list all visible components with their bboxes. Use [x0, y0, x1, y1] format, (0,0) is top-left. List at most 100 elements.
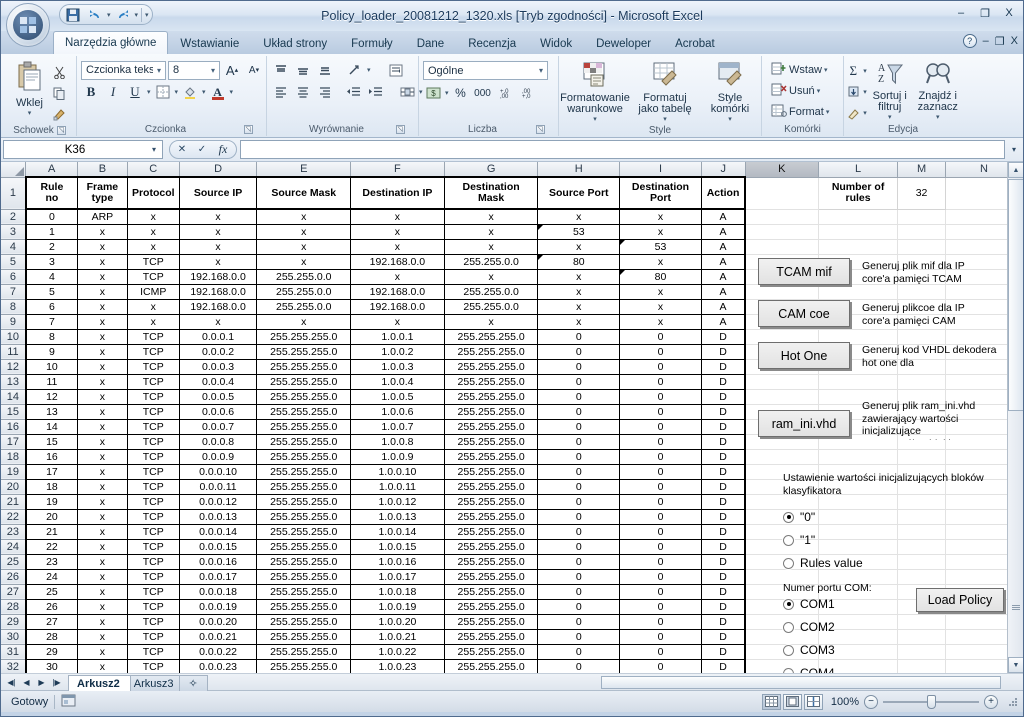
row-header-19[interactable]: 19	[1, 464, 27, 480]
table-cell[interactable]: 0	[537, 374, 621, 390]
table-cell[interactable]: 20	[24, 509, 78, 525]
row-header-12[interactable]: 12	[1, 359, 27, 375]
empty-cell[interactable]	[897, 629, 946, 645]
table-cell[interactable]: 80	[537, 254, 621, 270]
table-cell[interactable]: 0	[619, 389, 702, 405]
clear-icon[interactable]	[843, 103, 863, 123]
table-cell[interactable]: 255.255.255.0	[443, 419, 539, 435]
table-cell[interactable]: 0	[619, 569, 702, 585]
table-cell[interactable]: 255.255.0.0	[256, 299, 352, 315]
redo-caret-icon[interactable]: ▾	[135, 11, 139, 19]
tab-acrobat[interactable]: Acrobat	[663, 33, 727, 54]
table-cell[interactable]: TCP	[126, 389, 180, 405]
table-cell[interactable]: 0.0.0.6	[178, 404, 258, 420]
table-cell[interactable]: 9	[24, 344, 78, 360]
table-cell[interactable]: 192.168.0.0	[178, 299, 258, 315]
table-cell[interactable]: 1.0.0.3	[350, 359, 445, 375]
row-header-6[interactable]: 6	[1, 269, 27, 285]
empty-cell[interactable]	[897, 479, 946, 495]
table-cell[interactable]: 255.255.255.0	[256, 614, 352, 630]
table-cell[interactable]: 255.255.255.0	[256, 539, 352, 555]
table-cell[interactable]: 255.255.255.0	[443, 509, 539, 525]
table-cell[interactable]: 255.255.255.0	[443, 389, 539, 405]
table-cell[interactable]: 1.0.0.16	[350, 554, 445, 570]
row-header-21[interactable]: 21	[1, 494, 27, 510]
table-cell[interactable]: 0.0.0.16	[178, 554, 258, 570]
table-cell[interactable]: 192.168.0.0	[178, 269, 258, 285]
underline-caret-icon[interactable]: ▾	[147, 88, 151, 96]
radio-com1[interactable]: COM1	[783, 597, 835, 611]
sheet-tab-arkusz3[interactable]: Arkusz3	[124, 674, 185, 691]
table-cell[interactable]: 1.0.0.9	[350, 449, 445, 465]
table-cell[interactable]: 0.0.0.7	[178, 419, 258, 435]
empty-cell[interactable]	[897, 299, 946, 315]
table-cell[interactable]: 1.0.0.22	[350, 644, 445, 660]
number-of-rules-value[interactable]: 32	[897, 177, 946, 210]
table-cell[interactable]: 0	[619, 629, 702, 645]
table-cell[interactable]: 23	[24, 554, 78, 570]
table-cell[interactable]: 0	[537, 614, 621, 630]
table-cell[interactable]: 2	[24, 239, 78, 255]
table-cell[interactable]: 0	[24, 209, 78, 225]
table-cell[interactable]: 0	[619, 599, 702, 615]
table-cell[interactable]: 0	[537, 554, 621, 570]
decrease-decimal-icon[interactable]: ,00 +,0	[517, 83, 537, 103]
row-header-13[interactable]: 13	[1, 374, 27, 390]
table-cell[interactable]: x	[126, 299, 180, 315]
delete-cells-caret-icon[interactable]: ▾	[817, 87, 821, 95]
table-cell[interactable]: x	[77, 419, 128, 435]
scroll-down-button[interactable]: ▼	[1008, 657, 1023, 673]
table-cell[interactable]: x	[77, 524, 128, 540]
table-cell[interactable]: 0	[619, 329, 702, 345]
font-color-caret-icon[interactable]: ▾	[230, 88, 234, 96]
decrease-indent-icon[interactable]	[343, 82, 363, 102]
table-cell[interactable]: 0	[537, 509, 621, 525]
table-cell[interactable]: 0.0.0.1	[178, 329, 258, 345]
table-cell[interactable]: 0.0.0.18	[178, 584, 258, 600]
empty-cell[interactable]	[745, 224, 819, 240]
empty-cell[interactable]	[897, 614, 946, 630]
table-cell[interactable]: 0	[537, 359, 621, 375]
table-cell[interactable]: D	[700, 419, 747, 435]
number-format-combo[interactable]: Ogólne ▾	[423, 61, 548, 80]
table-cell[interactable]: 0.0.0.8	[178, 434, 258, 450]
font-dialog-launcher[interactable]: ◹	[243, 125, 253, 134]
table-cell[interactable]: 255.255.255.0	[256, 389, 352, 405]
table-cell[interactable]: 255.255.255.0	[443, 584, 539, 600]
empty-cell[interactable]	[745, 449, 819, 465]
table-cell[interactable]: 17	[24, 464, 78, 480]
empty-cell[interactable]	[897, 659, 946, 673]
table-cell[interactable]: 255.255.255.0	[256, 629, 352, 645]
table-cell[interactable]: 0.0.0.23	[178, 659, 258, 673]
tab-deweloper[interactable]: Deweloper	[584, 33, 663, 54]
increase-decimal-icon[interactable]: +,0,00	[495, 83, 515, 103]
table-cell[interactable]: 6	[24, 299, 78, 315]
radio-com1-dot-icon[interactable]	[783, 598, 794, 610]
table-cell[interactable]: x	[619, 254, 702, 270]
resize-grip-icon[interactable]	[1007, 696, 1019, 708]
enter-formula-icon[interactable]: ✓	[192, 144, 212, 155]
formula-input[interactable]	[240, 140, 1005, 159]
empty-cell[interactable]	[745, 284, 819, 300]
number-of-rules-label[interactable]: Number of rules	[818, 177, 899, 210]
table-cell[interactable]: ARP	[77, 209, 128, 225]
table-cell[interactable]: 255.255.255.0	[256, 434, 352, 450]
clipboard-dialog-launcher[interactable]: ◹	[56, 126, 66, 135]
table-cell[interactable]: D	[700, 614, 747, 630]
table-cell[interactable]: TCP	[126, 374, 180, 390]
row-header-25[interactable]: 25	[1, 554, 27, 570]
empty-cell[interactable]	[818, 524, 899, 540]
table-cell[interactable]: x	[77, 329, 128, 345]
table-cell[interactable]: 0.0.0.19	[178, 599, 258, 615]
table-cell[interactable]: 29	[24, 644, 78, 660]
table-cell[interactable]: TCP	[126, 254, 180, 270]
office-button[interactable]	[6, 3, 50, 47]
empty-cell[interactable]	[818, 224, 899, 240]
empty-cell[interactable]	[897, 329, 946, 345]
table-cell[interactable]: A	[700, 284, 747, 300]
table-cell[interactable]: TCP	[126, 509, 180, 525]
row-header-4[interactable]: 4	[1, 239, 27, 255]
view-normal-button[interactable]	[762, 693, 781, 710]
cell-styles-caret-icon[interactable]: ▾	[728, 115, 732, 123]
table-cell[interactable]: x	[77, 344, 128, 360]
